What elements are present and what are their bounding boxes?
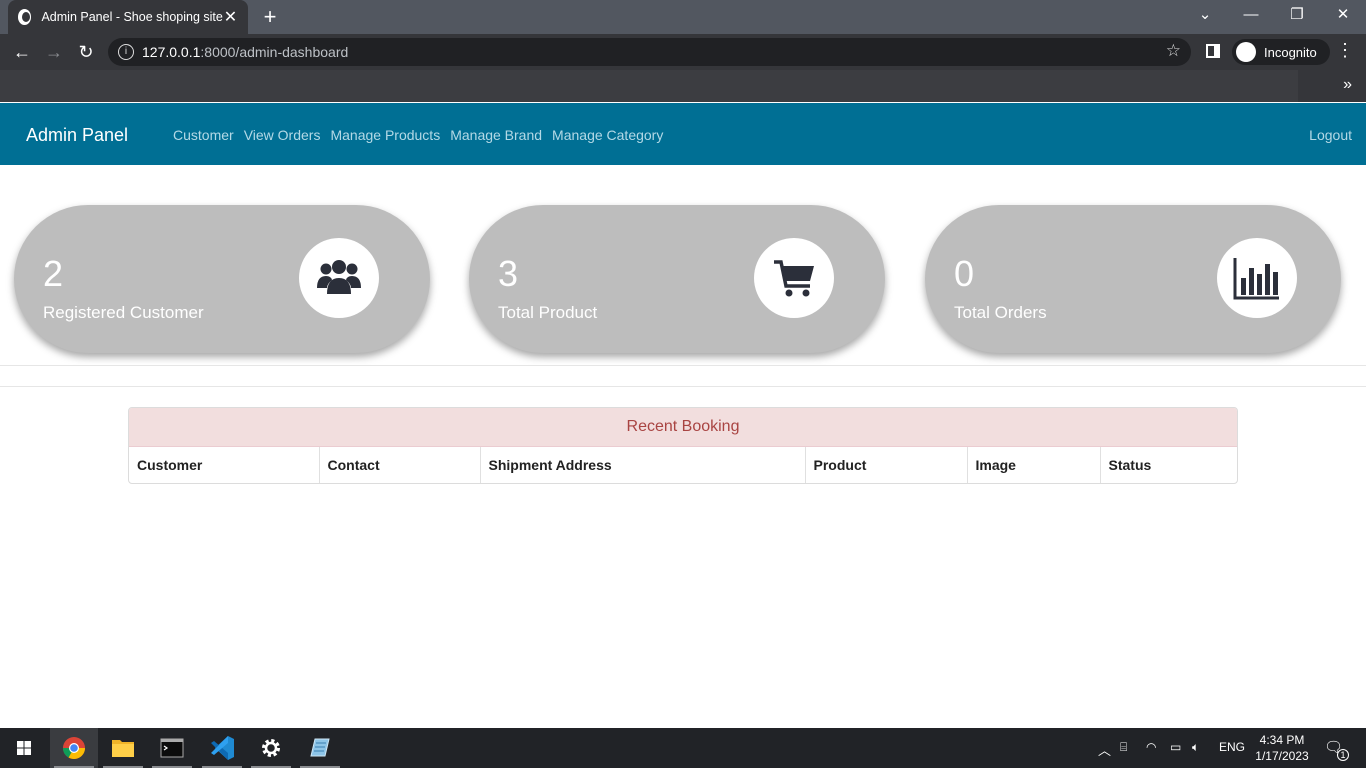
language-indicator[interactable]: ENG — [1219, 740, 1245, 754]
brand-title[interactable]: Admin Panel — [26, 125, 128, 146]
nav-links: Customer View Orders Manage Products Man… — [173, 127, 663, 143]
bookmark-star-icon[interactable]: ☆ — [1166, 41, 1181, 61]
navbar: Admin Panel Customer View Orders Manage … — [0, 103, 1366, 165]
url-text: 127.0.0.1:8000/admin-dashboard — [142, 44, 349, 60]
side-panel-icon[interactable] — [1206, 44, 1220, 58]
bookmarks-area — [0, 70, 1298, 102]
reload-button[interactable]: ↻ — [74, 40, 98, 64]
column-header-status: Status — [1108, 457, 1152, 473]
stat-value: 2 — [43, 253, 64, 294]
site-info-icon[interactable]: i — [118, 44, 134, 60]
admin-dashboard-page: Admin Panel Customer View Orders Manage … — [0, 102, 1366, 728]
chrome-icon[interactable] — [50, 728, 98, 768]
clock[interactable]: 4:34 PM 1/17/2023 — [1250, 732, 1314, 764]
windows-taskbar: ︿ ⌸ ◠ ▭ 🔈︎ ENG 4:34 PM 1/17/2023 🗨︎ 1 — [0, 728, 1366, 768]
tab-search-icon[interactable]: ⌄ — [1182, 0, 1228, 30]
stat-label: Registered Customer — [43, 303, 204, 322]
tray-overflow-icon[interactable]: ︿ — [1098, 740, 1111, 759]
column-header-shipment-address: Shipment Address — [480, 447, 806, 483]
windows-start-icon[interactable] — [0, 728, 48, 768]
column-header-product: Product — [805, 447, 968, 483]
stat-value: 3 — [498, 253, 519, 294]
battery-icon[interactable]: ▭ — [1170, 740, 1181, 754]
volume-icon[interactable]: 🔈︎ — [1192, 740, 1199, 755]
back-button[interactable]: ← — [10, 40, 34, 64]
tab-title: Admin Panel - Shoe shoping site — [41, 10, 223, 24]
stat-value: 0 — [954, 253, 975, 294]
notification-count-badge: 1 — [1337, 749, 1349, 761]
stat-label: Total Orders — [954, 303, 1047, 322]
cart-icon — [754, 238, 834, 318]
recent-booking-panel: Recent Booking Customer Contact Shipment… — [128, 407, 1238, 484]
tab-close-icon[interactable]: ✕ — [223, 7, 238, 27]
nav-link-manage-category[interactable]: Manage Category — [552, 127, 663, 143]
stat-card-customers: 2 Registered Customer — [14, 205, 430, 353]
address-bar-row: ← → ↻ i 127.0.0.1:8000/admin-dashboard ☆… — [0, 34, 1366, 70]
minimize-button[interactable]: — — [1228, 0, 1274, 30]
nav-link-manage-products[interactable]: Manage Products — [330, 127, 440, 143]
incognito-badge[interactable]: Incognito — [1232, 39, 1330, 65]
notepad-icon[interactable] — [296, 728, 344, 768]
logout-link[interactable]: Logout — [1309, 127, 1352, 143]
forward-button[interactable]: → — [42, 40, 66, 64]
column-header-contact: Contact — [319, 447, 481, 483]
divider — [0, 386, 1366, 387]
omnibox[interactable]: i 127.0.0.1:8000/admin-dashboard ☆ — [108, 38, 1191, 66]
recent-booking-table: Customer Contact Shipment Address Produc… — [129, 447, 1237, 483]
nav-link-customer[interactable]: Customer — [173, 127, 234, 143]
vscode-icon[interactable] — [198, 728, 246, 768]
column-header-customer: Customer — [129, 447, 320, 483]
column-header-image: Image — [967, 447, 1101, 483]
incognito-icon — [1236, 42, 1256, 62]
stat-card-orders: 0 Total Orders — [925, 205, 1341, 353]
settings-icon[interactable] — [247, 728, 295, 768]
file-explorer-icon[interactable] — [99, 728, 147, 768]
users-icon — [299, 238, 379, 318]
globe-icon — [18, 9, 32, 25]
menu-kebab-icon[interactable]: ⋮ — [1336, 40, 1354, 61]
stat-card-products: 3 Total Product — [469, 205, 885, 353]
restore-button[interactable]: ❐ — [1274, 0, 1320, 30]
nav-link-view-orders[interactable]: View Orders — [244, 127, 321, 143]
recent-booking-title: Recent Booking — [129, 408, 1237, 447]
browser-tab[interactable]: Admin Panel - Shoe shoping site ✕ — [8, 0, 248, 34]
bookmarks-bar: » — [0, 70, 1366, 102]
nav-link-manage-brand[interactable]: Manage Brand — [450, 127, 542, 143]
table-header-row: Customer Contact Shipment Address Produc… — [129, 447, 1237, 483]
clock-time: 4:34 PM — [1259, 733, 1305, 747]
incognito-label: Incognito — [1264, 44, 1317, 60]
divider — [0, 365, 1366, 366]
close-window-button[interactable]: ✕ — [1320, 0, 1366, 30]
wifi-icon[interactable]: ◠ — [1146, 740, 1156, 754]
bar-chart-icon — [1217, 238, 1297, 318]
browser-tab-bar: Admin Panel - Shoe shoping site ✕ + ⌄ — … — [0, 0, 1366, 34]
stat-label: Total Product — [498, 303, 598, 322]
meet-now-icon[interactable]: ⌸ — [1120, 740, 1127, 755]
terminal-icon[interactable] — [148, 728, 196, 768]
new-tab-button[interactable]: + — [258, 5, 282, 29]
clock-date: 1/17/2023 — [1255, 749, 1309, 763]
bookmarks-overflow-icon[interactable]: » — [1343, 76, 1352, 94]
